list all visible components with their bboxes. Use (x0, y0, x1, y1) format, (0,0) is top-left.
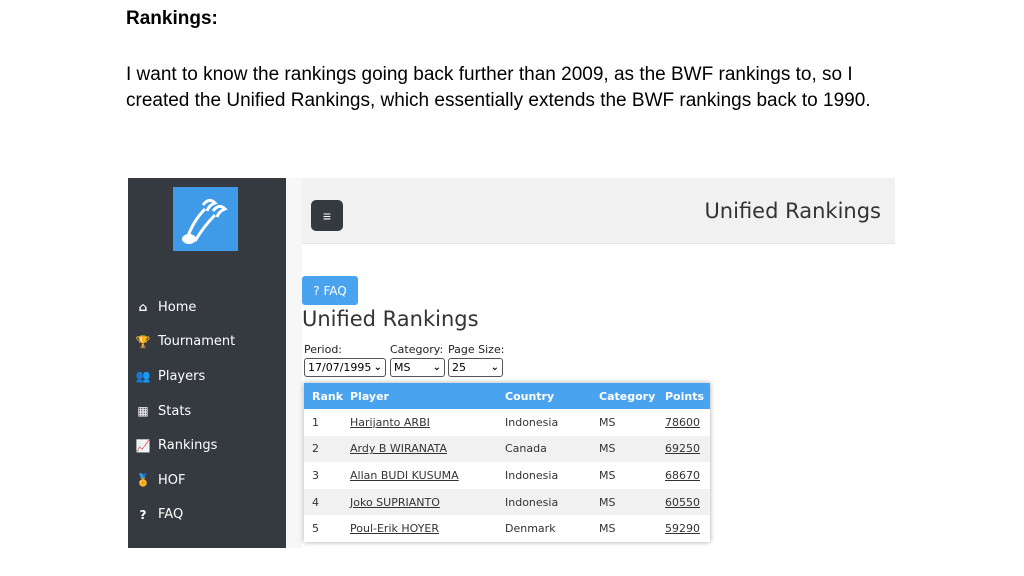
sidebar-item-label: HOF (158, 472, 186, 488)
sidebar-item-players[interactable]: 👥 Players (128, 359, 286, 394)
sidebar-item-label: Home (158, 299, 197, 315)
header-rank[interactable]: Rank (304, 390, 350, 403)
player-link[interactable]: Ardy B WIRANATA (350, 442, 505, 455)
sidebar-item-label: FAQ (158, 507, 184, 523)
points-link[interactable]: 69250 (665, 442, 710, 455)
points-link[interactable]: 78600 (665, 416, 710, 429)
table-row: 2 Ardy B WIRANATA Canada MS 69250 (304, 435, 710, 463)
table-row: 5 Poul-Erik HOYER Denmark MS 59290 (304, 515, 710, 542)
header-player[interactable]: Player (350, 390, 505, 403)
category-cell: MS (599, 415, 616, 429)
table-header: Rank Player Country Category Points (304, 383, 710, 409)
period-label: Period: (304, 343, 343, 356)
header-country[interactable]: Country (505, 390, 599, 403)
rank-cell: 1 (312, 415, 319, 429)
country-cell: Denmark (505, 522, 556, 536)
points-link[interactable]: 68670 (665, 469, 710, 482)
player-link[interactable]: Joko SUPRIANTO (350, 496, 505, 509)
medal-icon: 🏅 (135, 473, 151, 488)
table-row: 3 Allan BUDI KUSUMA Indonesia MS 68670 (304, 462, 710, 489)
rank-cell: 4 (312, 495, 319, 509)
sidebar-item-label: Rankings (158, 438, 218, 454)
category-cell: MS (599, 442, 616, 456)
sidebar-item-rankings[interactable]: 📈 Rankings (128, 428, 286, 463)
period-select[interactable]: 17/07/1995 ⌄ (304, 358, 386, 377)
table-row: 1 Harijanto ARBI Indonesia MS 78600 (304, 409, 710, 436)
app-screenshot: ⌂ Home 🏆 Tournament 👥 Players ▦ Stats 📈 … (128, 178, 895, 548)
sidebar: ⌂ Home 🏆 Tournament 👥 Players ▦ Stats 📈 … (128, 178, 286, 548)
page-size-label: Page Size: (448, 343, 505, 356)
main-content: ? FAQ Unified Rankings Period: Category:… (302, 244, 895, 548)
rank-cell: 2 (312, 442, 319, 456)
points-link[interactable]: 59290 (665, 522, 710, 535)
brand-title: Unified Rankings (704, 199, 881, 223)
header-category[interactable]: Category (599, 390, 665, 403)
country-cell: Indonesia (505, 468, 559, 482)
category-select[interactable]: MS ⌄ (390, 358, 445, 377)
category-value: MS (394, 361, 411, 374)
users-icon: 👥 (135, 369, 151, 384)
intro-paragraph: I want to know the rankings going back f… (126, 64, 871, 111)
chevron-down-icon: ⌄ (432, 362, 441, 373)
header-points[interactable]: Points (665, 390, 710, 403)
country-cell: Canada (505, 442, 547, 456)
points-link[interactable]: 60550 (665, 496, 710, 509)
top-bar: ≡ Unified Rankings (302, 178, 895, 244)
question-icon: ? (139, 507, 147, 522)
player-link[interactable]: Harijanto ARBI (350, 416, 505, 429)
category-label: Category: (390, 343, 444, 356)
sidebar-nav: ⌂ Home 🏆 Tournament 👥 Players ▦ Stats 📈 … (128, 290, 286, 532)
sidebar-item-label: Players (158, 368, 206, 384)
page-title: Unified Rankings (302, 307, 479, 331)
player-link[interactable]: Allan BUDI KUSUMA (350, 469, 505, 482)
trophy-icon: 🏆 (135, 334, 151, 349)
faq-button[interactable]: ? FAQ (302, 276, 358, 305)
hamburger-menu-button[interactable]: ≡ (311, 200, 343, 231)
country-cell: Indonesia (505, 495, 559, 509)
menu-icon: ≡ (322, 207, 332, 224)
sidebar-item-faq[interactable]: ? FAQ (128, 498, 286, 533)
page-size-value: 25 (452, 361, 466, 374)
page-size-select[interactable]: 25 ⌄ (448, 358, 503, 377)
chevron-down-icon: ⌄ (373, 362, 382, 373)
home-icon: ⌂ (138, 300, 148, 315)
sidebar-item-label: Stats (158, 403, 192, 419)
period-value: 17/07/1995 (308, 361, 372, 374)
section-heading: Rankings: (126, 8, 218, 29)
sidebar-item-hof[interactable]: 🏅 HOF (128, 463, 286, 498)
rank-cell: 3 (312, 468, 319, 482)
sidebar-item-home[interactable]: ⌂ Home (128, 290, 286, 325)
table-row: 4 Joko SUPRIANTO Indonesia MS 60550 (304, 488, 710, 516)
shuttlecock-logo-icon[interactable] (173, 187, 238, 251)
player-link[interactable]: Poul-Erik HOYER (350, 522, 505, 535)
category-cell: MS (599, 495, 616, 509)
sidebar-item-label: Tournament (158, 334, 236, 350)
sidebar-item-stats[interactable]: ▦ Stats (128, 394, 286, 429)
table-icon: ▦ (137, 404, 149, 419)
rankings-table: Rank Player Country Category Points 1 Ha… (304, 383, 710, 542)
chart-line-icon: 📈 (135, 438, 151, 453)
sidebar-item-tournament[interactable]: 🏆 Tournament (128, 325, 286, 360)
category-cell: MS (599, 522, 616, 536)
country-cell: Indonesia (505, 415, 559, 429)
category-cell: MS (599, 468, 616, 482)
chevron-down-icon: ⌄ (490, 362, 499, 373)
rank-cell: 5 (312, 522, 319, 536)
